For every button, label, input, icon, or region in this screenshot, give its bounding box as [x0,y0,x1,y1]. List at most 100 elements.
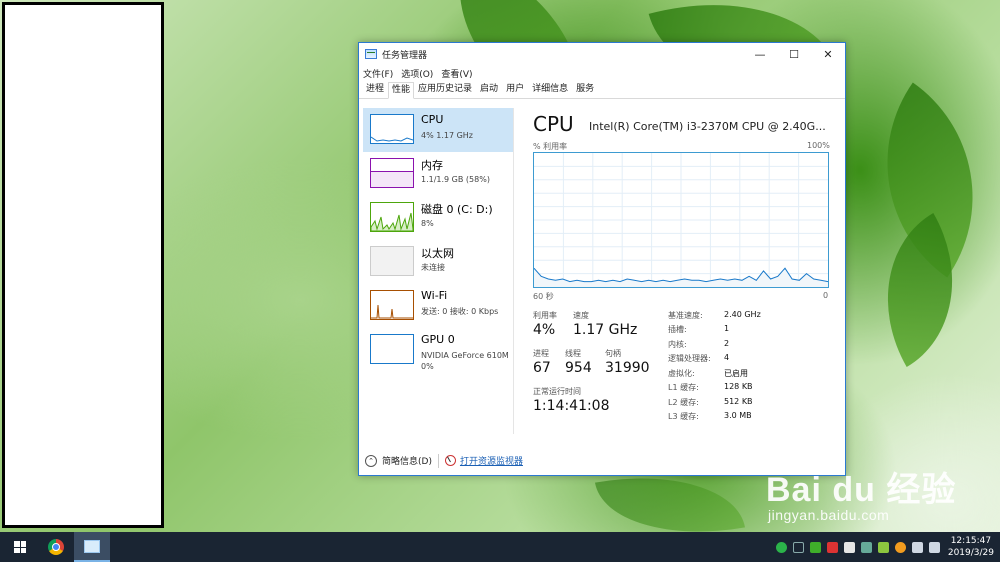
start-button[interactable] [2,532,38,562]
sidebar-item-memory[interactable]: 内存 1.1/1.9 GB (58%) [363,152,513,196]
sidebar-sublabel: 发送: 0 接收: 0 Kbps [421,307,499,316]
memory-thumbnail-graph [370,158,414,188]
sidebar-item-gpu[interactable]: GPU 0 NVIDIA GeForce 610M 0% [363,328,513,378]
taskbar-chrome[interactable] [38,532,74,562]
minimize-button[interactable]: — [743,43,777,65]
sidebar-label: 内存 [421,159,443,172]
sidebar-label: GPU 0 [421,333,455,346]
brief-info-button[interactable]: 简略信息(D) [382,454,432,467]
resource-sidebar: CPU 4% 1.17 GHz 内存 1.1/1.9 GB (58%) 磁盘 0… [361,108,513,434]
blank-panel [2,2,164,528]
tab-processes[interactable]: 进程 [362,81,388,98]
wifi-thumbnail-graph [370,290,414,320]
gpu-thumbnail-graph [370,334,414,364]
performance-pane: CPU 4% 1.17 GHz 内存 1.1/1.9 GB (58%) 磁盘 0… [359,100,845,440]
spec-label: L2 缓存: [668,398,699,407]
close-button[interactable]: ✕ [811,43,845,65]
spec-label: L1 缓存: [668,383,699,392]
tab-startup[interactable]: 启动 [476,81,502,98]
sidebar-sublabel: 1.1/1.9 GB (58%) [421,175,490,184]
spec-label: 虚拟化: [668,369,695,378]
system-tray [776,540,940,554]
menu-bar: 文件(F) 选项(O) 查看(V) [359,65,845,81]
tray-icon[interactable] [844,541,855,553]
spec-value: 1 [724,324,730,333]
spec-label: 基准速度: [668,311,703,320]
tray-icon[interactable] [861,541,872,553]
taskbar-task-manager[interactable] [74,532,110,562]
ime-icon[interactable] [810,541,821,553]
tray-icon[interactable] [895,541,906,553]
spec-value: 3.0 MB [724,411,752,420]
sidebar-label: 磁盘 0 (C: D:) [421,203,493,216]
sidebar-sublabel: 4% 1.17 GHz [421,131,474,140]
taskbar-clock[interactable]: 12:15:47 2019/3/29 [948,535,994,559]
task-manager-icon [365,49,377,59]
sidebar-item-disk[interactable]: 磁盘 0 (C: D:) 8% [363,196,513,240]
threads-label: 线程 [565,349,581,358]
tab-app-history[interactable]: 应用历史记录 [414,81,476,98]
menu-file[interactable]: 文件(F) [363,67,393,80]
tab-bar: 进程 性能 应用历史记录 启动 用户 详细信息 服务 [359,81,845,99]
graph-util-max: 100% [807,141,830,150]
threads-value: 954 [565,360,592,376]
clock-date: 2019/3/29 [947,548,994,558]
spec-label: 插槽: [668,325,687,334]
tab-services[interactable]: 服务 [572,81,598,98]
sidebar-item-ethernet[interactable]: 以太网 未连接 [363,240,513,284]
spec-value: 2.40 GHz [724,310,761,319]
spec-label: 逻辑处理器: [668,354,711,363]
nvidia-icon[interactable] [878,541,889,553]
cpu-model-name: Intel(R) Core(TM) i3-2370M CPU @ 2.40G..… [589,120,826,133]
tray-icon[interactable] [793,541,804,553]
graph-util-label: % 利用率 [533,142,568,151]
uptime-value: 1:14:41:08 [533,398,610,414]
spec-label: 内核: [668,340,687,349]
spec-value: 2 [724,339,730,348]
ethernet-thumbnail-graph [370,246,414,276]
sidebar-item-wifi[interactable]: Wi-Fi 发送: 0 接收: 0 Kbps [363,284,513,328]
cpu-thumbnail-graph [370,114,414,144]
spec-value: 4 [724,353,730,362]
tab-performance[interactable]: 性能 [388,82,415,99]
baidu-watermark: Bai du 经验 jingyan.baidu.com [766,462,956,523]
title-bar[interactable]: 任务管理器 — ☐ ✕ [359,43,845,65]
maximize-button[interactable]: ☐ [777,43,811,65]
chevron-up-icon[interactable]: ⌃ [365,454,377,467]
windows-logo-icon [14,541,26,553]
spec-value: 已启用 [724,369,748,378]
sidebar-item-cpu[interactable]: CPU 4% 1.17 GHz [363,108,513,152]
util-label: 利用率 [533,311,557,320]
menu-options[interactable]: 选项(O) [401,67,433,80]
spec-value: 512 KB [724,397,753,406]
handles-value: 31990 [605,360,650,376]
sidebar-label: 以太网 [421,247,454,260]
spec-label: L3 缓存: [668,412,699,421]
wifi-icon[interactable] [912,541,923,553]
sidebar-sublabel: 未连接 [421,263,445,272]
sogou-input-icon[interactable] [776,541,787,553]
resource-monitor-icon [444,455,456,466]
disk-thumbnail-graph [370,202,414,232]
task-manager-window: 任务管理器 — ☐ ✕ 文件(F) 选项(O) 查看(V) 进程 性能 应用历史… [358,42,846,476]
processes-value: 67 [533,360,551,376]
speed-value: 1.17 GHz [573,322,638,338]
menu-view[interactable]: 查看(V) [441,67,472,80]
processes-label: 进程 [533,349,549,358]
cpu-usage-graph-svg [533,153,829,287]
security-icon[interactable] [827,541,838,553]
watermark-main: Bai du 经验 [766,471,957,509]
handles-label: 句柄 [605,349,621,358]
volume-icon[interactable] [929,541,940,553]
sidebar-sublabel: 8% [421,219,434,228]
graph-time-end: 0 [823,291,829,300]
chrome-icon [48,539,64,555]
clock-time: 12:15:47 [950,536,992,546]
spec-value: 128 KB [724,382,753,391]
sidebar-label: CPU [421,113,444,126]
footer-divider [437,453,439,468]
tab-details[interactable]: 详细信息 [528,81,572,98]
open-resource-monitor-link[interactable]: 打开资源监视器 [460,454,523,467]
tab-users[interactable]: 用户 [502,81,528,98]
task-manager-icon [84,539,100,553]
